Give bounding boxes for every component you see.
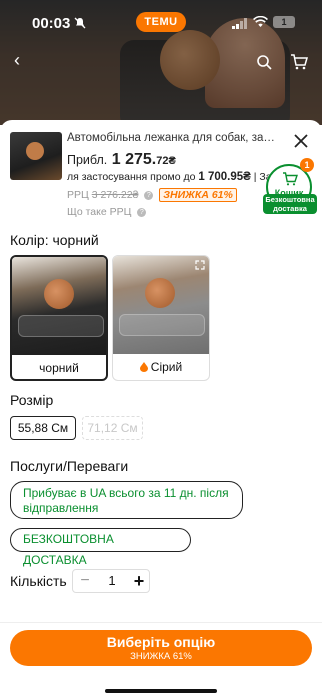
status-time: 00:03 xyxy=(32,15,71,32)
promo-text: ля застосування промо до xyxy=(67,171,196,183)
cta-discount: ЗНИЖКА 61% xyxy=(130,651,192,662)
status-bar: 00:03 TEMU 1 xyxy=(0,0,322,44)
dog-image xyxy=(44,279,74,309)
price-cents: 72₴ xyxy=(156,155,176,167)
seat-image xyxy=(119,314,205,336)
flame-icon xyxy=(139,362,148,372)
color-option-grey[interactable]: Сірий xyxy=(112,255,210,381)
product-title[interactable]: Автомобільна лежанка для собак, задн... xyxy=(67,132,280,144)
battery-icon: 1 xyxy=(273,16,295,28)
services-label: Послуги/Переваги xyxy=(10,458,129,474)
divider xyxy=(0,622,322,623)
help-icon: ? xyxy=(137,208,147,217)
rrp-help-text: Що таке РРЦ xyxy=(67,206,132,218)
color-caption: чорний xyxy=(39,361,79,375)
bell-muted-icon xyxy=(74,17,86,29)
color-label: Колір: чорний xyxy=(10,232,99,248)
seat-image xyxy=(18,315,104,337)
background-product-page: 00:03 TEMU 1 ‹ xyxy=(0,0,322,125)
cart-icon[interactable] xyxy=(290,54,308,70)
expand-icon[interactable] xyxy=(195,260,205,270)
color-image-grey xyxy=(113,256,209,354)
options-sheet: Автомобільна лежанка для собак, задн... … xyxy=(0,120,322,699)
dog-image xyxy=(145,278,175,308)
free-shipping-tag: Безкоштовна доставка xyxy=(263,194,317,214)
home-indicator xyxy=(105,689,217,693)
color-caption: Сірий xyxy=(113,354,209,380)
back-icon[interactable]: ‹ xyxy=(14,51,30,69)
rrp-help-link[interactable]: Що таке РРЦ ? xyxy=(67,206,149,218)
quantity-label: Кількість xyxy=(10,573,67,589)
rrp-row: РРЦ 3 276.22₴ ? ЗНИЖКА 61% xyxy=(67,188,237,202)
quantity-stepper: − 1 + xyxy=(72,569,150,593)
close-icon[interactable] xyxy=(292,132,310,150)
decrement-button[interactable]: − xyxy=(73,570,97,592)
select-option-button[interactable]: Виберіть опцію ЗНИЖКА 61% xyxy=(10,630,312,666)
cta-label: Виберіть опцію xyxy=(106,634,216,650)
discount-badge: ЗНИЖКА 61% xyxy=(159,188,237,202)
wifi-icon xyxy=(253,16,268,27)
price-value: 1 275.72₴ xyxy=(112,151,176,168)
cart-count-badge: 1 xyxy=(300,158,314,172)
free-shipping-pill[interactable]: БЕЗКОШТОВНА ДОСТАВКА xyxy=(10,528,191,567)
price-main: 1 275. xyxy=(111,151,157,168)
price-prefix: Прибл. xyxy=(67,153,108,167)
search-icon[interactable] xyxy=(256,54,272,70)
delivery-info-pill[interactable]: Прибуває в UA всього за 11 дн. після від… xyxy=(10,481,243,519)
color-option-black[interactable]: чорний xyxy=(10,255,108,381)
quantity-value[interactable]: 1 xyxy=(97,570,127,592)
promo-row: ля застосування промо до 1 700.95₴ | Зак xyxy=(67,171,279,183)
app-badge: TEMU xyxy=(136,12,186,32)
size-label: Розмір xyxy=(10,392,54,408)
promo-price: 1 700.95₴ xyxy=(198,171,251,183)
rrp-label: РРЦ xyxy=(67,189,89,201)
color-image-black xyxy=(12,257,106,355)
info-icon[interactable]: ? xyxy=(144,191,154,200)
price-row: Прибл. 1 275.72₴ xyxy=(67,151,176,169)
increment-button[interactable]: + xyxy=(127,570,151,592)
signal-icon xyxy=(232,18,247,29)
rrp-value: 3 276.22₴ xyxy=(91,189,139,201)
thumbnail-dog-image xyxy=(26,142,44,160)
product-thumbnail[interactable] xyxy=(10,132,62,180)
size-option-55[interactable]: 55,88 См xyxy=(10,416,76,440)
color-caption-text: Сірий xyxy=(150,360,183,374)
size-option-71[interactable]: 71,12 См xyxy=(82,416,143,440)
cart-icon xyxy=(283,172,298,186)
